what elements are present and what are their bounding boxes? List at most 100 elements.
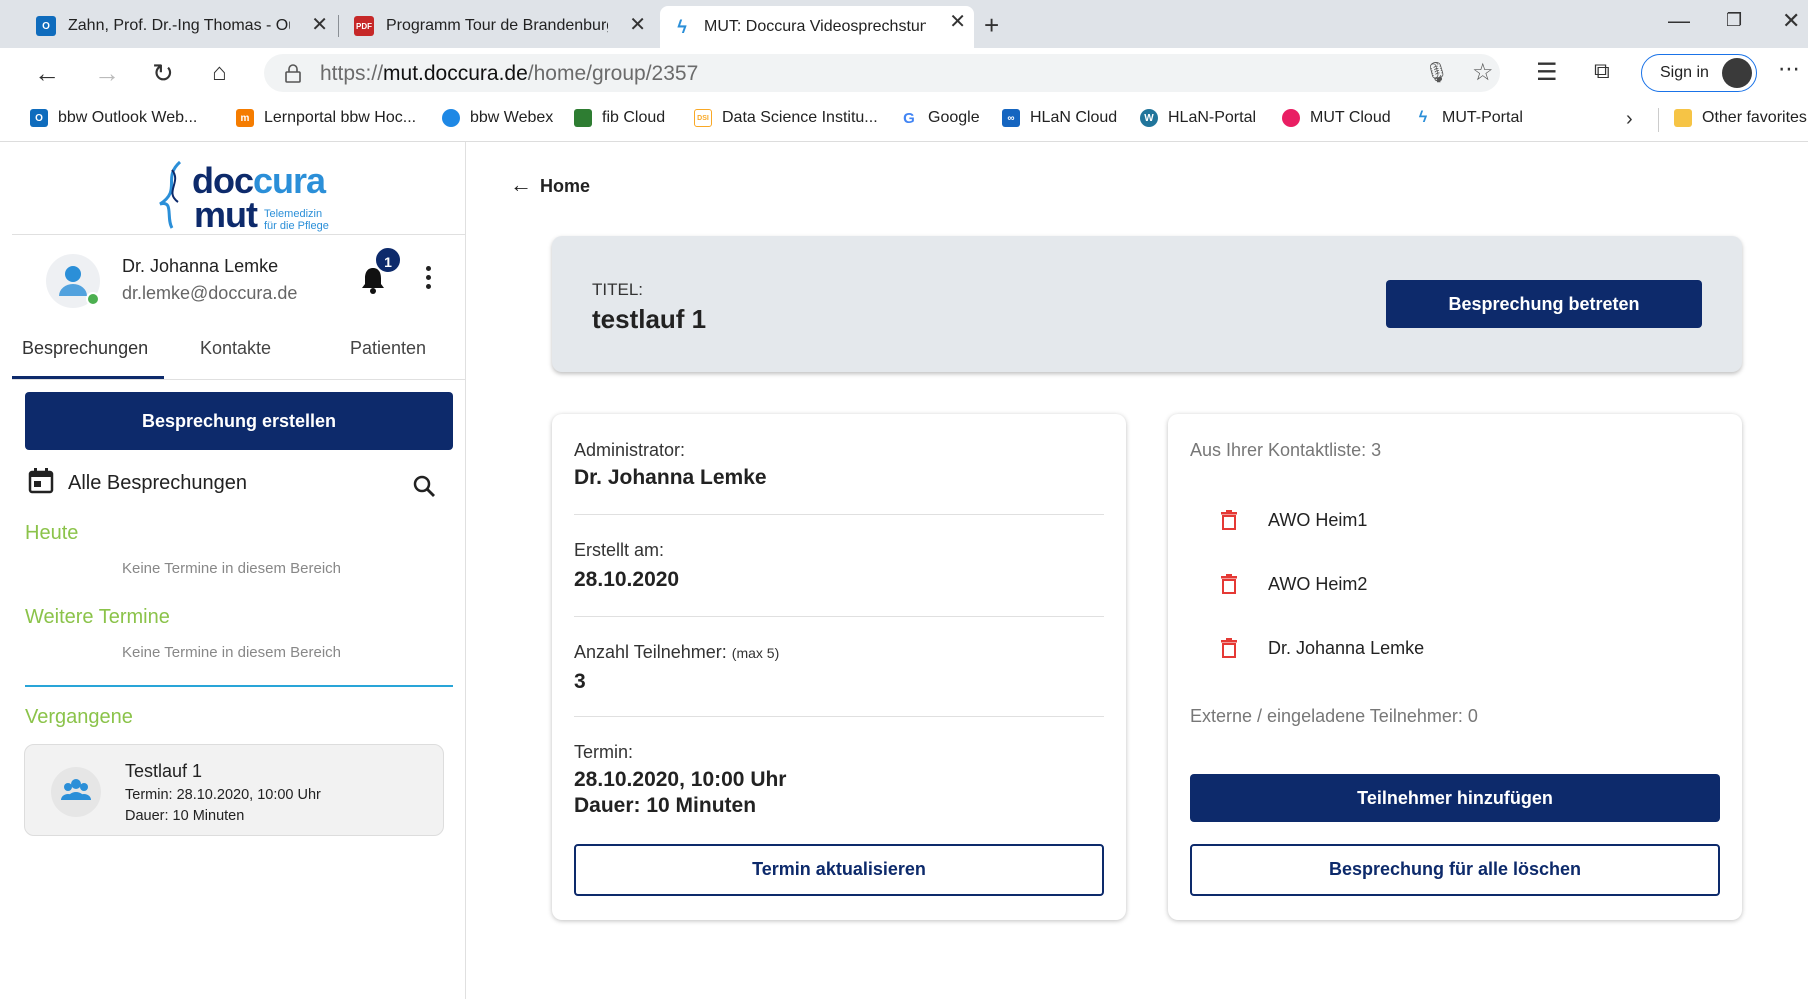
participant-item: AWO Heim1: [1268, 510, 1368, 530]
bookmark-outlook[interactable]: Obbw Outlook Web...: [30, 109, 197, 127]
today-empty-text: Keine Termine in diesem Bereich: [122, 560, 342, 577]
bookmark-webex[interactable]: bbw Webex: [442, 109, 553, 127]
bookmark-mut-cloud[interactable]: MUT Cloud: [1282, 109, 1391, 127]
url-text: https://mut.doccura.de/home/group/2357: [320, 62, 699, 85]
divider: [25, 685, 453, 687]
browser-tab-outlook[interactable]: O Zahn, Prof. Dr.-Ing Thomas - Out ✕: [24, 9, 336, 43]
tab-besprechungen[interactable]: Besprechungen: [22, 338, 148, 359]
star-icon[interactable]: ☆: [1472, 58, 1494, 87]
bookmark-google[interactable]: G Google: [900, 109, 980, 127]
tab-title: MUT: Doccura Videosprechstund: [704, 18, 926, 35]
trash-icon[interactable]: [1220, 638, 1238, 658]
sidebar: doccura mut Telemedizin für die Pflege Dr…: [12, 142, 466, 999]
home-icon[interactable]: ⌂: [212, 58, 227, 88]
new-tab-icon[interactable]: +: [984, 10, 999, 41]
section-upcoming: Weitere Termine: [25, 606, 170, 628]
title-label: TITEL:: [592, 280, 644, 299]
close-tab-icon[interactable]: ✕: [311, 15, 328, 35]
close-tab-icon[interactable]: ✕: [949, 12, 966, 32]
create-meeting-button[interactable]: Besprechung erstellen: [25, 392, 453, 450]
past-meeting-title: Testlauf 1: [125, 761, 203, 781]
favorites-icon[interactable]: ☰: [1536, 58, 1558, 87]
bookmark-lernportal[interactable]: m Lernportal bbw Hoc...: [236, 109, 416, 127]
all-meetings-label[interactable]: Alle Besprechungen: [68, 472, 247, 495]
webex-icon: [442, 109, 460, 127]
browser-tab-bar: O Zahn, Prof. Dr.-Ing Thomas - Out ✕ PDF…: [0, 0, 1808, 48]
hlan-cloud-icon: ∞: [1002, 109, 1020, 127]
minimize-icon[interactable]: —: [1668, 8, 1690, 34]
user-email: dr.lemke@doccura.de: [122, 283, 298, 303]
reload-icon[interactable]: ↻: [152, 58, 174, 88]
doccura-icon: ϟ: [677, 16, 687, 37]
dsi-icon: DSI: [694, 109, 712, 127]
trash-icon[interactable]: [1220, 510, 1238, 530]
participants-count: 3: [574, 670, 586, 693]
section-past: Vergangene: [25, 706, 133, 728]
bookmark-hlan-cloud[interactable]: ∞ HLaN Cloud: [1002, 109, 1117, 127]
browser-tab-pdf[interactable]: PDF Programm Tour de Brandenburg ✕: [342, 9, 654, 43]
back-arrow-icon[interactable]: ←: [34, 58, 60, 88]
online-status-dot: [86, 292, 100, 306]
mut-cloud-icon: [1282, 109, 1300, 127]
section-today: Heute: [25, 522, 79, 544]
cloud-icon: [574, 109, 592, 127]
notification-badge: 1: [374, 246, 402, 274]
upcoming-empty-text: Keine Termine in diesem Bereich: [122, 644, 342, 661]
other-favorites[interactable]: Other favorites: [1674, 109, 1807, 127]
tab-title: Programm Tour de Brandenburg: [386, 17, 608, 34]
close-window-icon[interactable]: ✕: [1782, 8, 1800, 34]
meeting-duration: Dauer: 10 Minuten: [574, 794, 757, 817]
past-meeting-card[interactable]: Testlauf 1 Termin: 28.10.2020, 10:00 Uhr…: [24, 744, 444, 836]
bookmark-mut-portal[interactable]: ϟ MUT-Portal: [1414, 109, 1523, 127]
forward-arrow-icon[interactable]: →: [94, 58, 120, 88]
logo-tagline: Telemedizin für die Pflege: [264, 208, 329, 232]
created-label: Erstellt am:: [574, 540, 665, 560]
wordpress-icon: W: [1140, 109, 1158, 127]
lock-icon: [285, 64, 301, 83]
tab-kontakte[interactable]: Kontakte: [200, 338, 271, 359]
outlook-icon: O: [36, 16, 56, 36]
close-tab-icon[interactable]: ✕: [629, 15, 646, 35]
contact-list-heading: Aus Ihrer Kontaktliste: 3: [1190, 440, 1382, 460]
doccura-mut-logo: doccura mut Telemedizin für die Pflege: [144, 156, 344, 235]
admin-name: Dr. Johanna Lemke: [574, 466, 767, 489]
participants-card: Aus Ihrer Kontaktliste: 3 AWO Heim1 AWO …: [1168, 414, 1742, 920]
doccura-icon: ϟ: [1418, 109, 1428, 126]
trash-icon[interactable]: [1220, 574, 1238, 594]
pdf-icon: PDF: [354, 16, 374, 36]
sign-in-button[interactable]: Sign in: [1641, 54, 1757, 92]
bookmark-data-science[interactable]: DSI Data Science Institu...: [694, 109, 878, 127]
bookmark-fib-cloud[interactable]: fib Cloud: [574, 109, 665, 127]
join-meeting-button[interactable]: Besprechung betreten: [1386, 280, 1702, 328]
user-avatar[interactable]: [46, 254, 100, 308]
update-date-button[interactable]: Termin aktualisieren: [574, 844, 1104, 896]
sign-in-label: Sign in: [1660, 64, 1709, 81]
back-home-link[interactable]: ← Home: [510, 172, 590, 198]
doccura-logo-icon: [159, 160, 182, 229]
google-icon: G: [900, 109, 918, 127]
outlook-icon: O: [30, 109, 48, 127]
meeting-details-card: Administrator: Dr. Johanna Lemke Erstell…: [552, 414, 1126, 920]
more-options-icon[interactable]: [426, 266, 432, 293]
microphone-icon[interactable]: 🎙: [1424, 60, 1449, 85]
past-meeting-duration: Dauer: 10 Minuten: [125, 808, 245, 824]
arrow-left-icon: ←: [510, 172, 532, 197]
more-menu-icon[interactable]: ⋯: [1778, 56, 1800, 82]
meeting-title-card: TITEL: testlauf 1 Besprechung betreten: [552, 236, 1742, 372]
bookmark-hlan-portal[interactable]: W HLaN-Portal: [1140, 109, 1256, 127]
user-name: Dr. Johanna Lemke: [122, 256, 279, 276]
tab-patienten[interactable]: Patienten: [350, 338, 426, 359]
delete-meeting-button[interactable]: Besprechung für alle löschen: [1190, 844, 1720, 896]
browser-tab-doccura[interactable]: ϟ MUT: Doccura Videosprechstund ✕: [660, 6, 974, 48]
url-field[interactable]: https://mut.doccura.de/home/group/2357: [264, 54, 1500, 92]
group-icon: [51, 767, 101, 817]
logo-mut: mut: [194, 194, 258, 235]
search-icon[interactable]: [412, 474, 436, 498]
moodle-icon: m: [236, 109, 254, 127]
collections-icon[interactable]: ⧉: [1594, 58, 1610, 84]
chevron-right-icon[interactable]: ›: [1626, 108, 1633, 131]
add-participant-button[interactable]: Teilnehmer hinzufügen: [1190, 774, 1720, 822]
address-bar: ← → ↻ ⌂ https://mut.doccura.de/home/grou…: [0, 48, 1808, 98]
restore-icon[interactable]: ❐: [1726, 10, 1742, 31]
admin-label: Administrator:: [574, 440, 686, 460]
